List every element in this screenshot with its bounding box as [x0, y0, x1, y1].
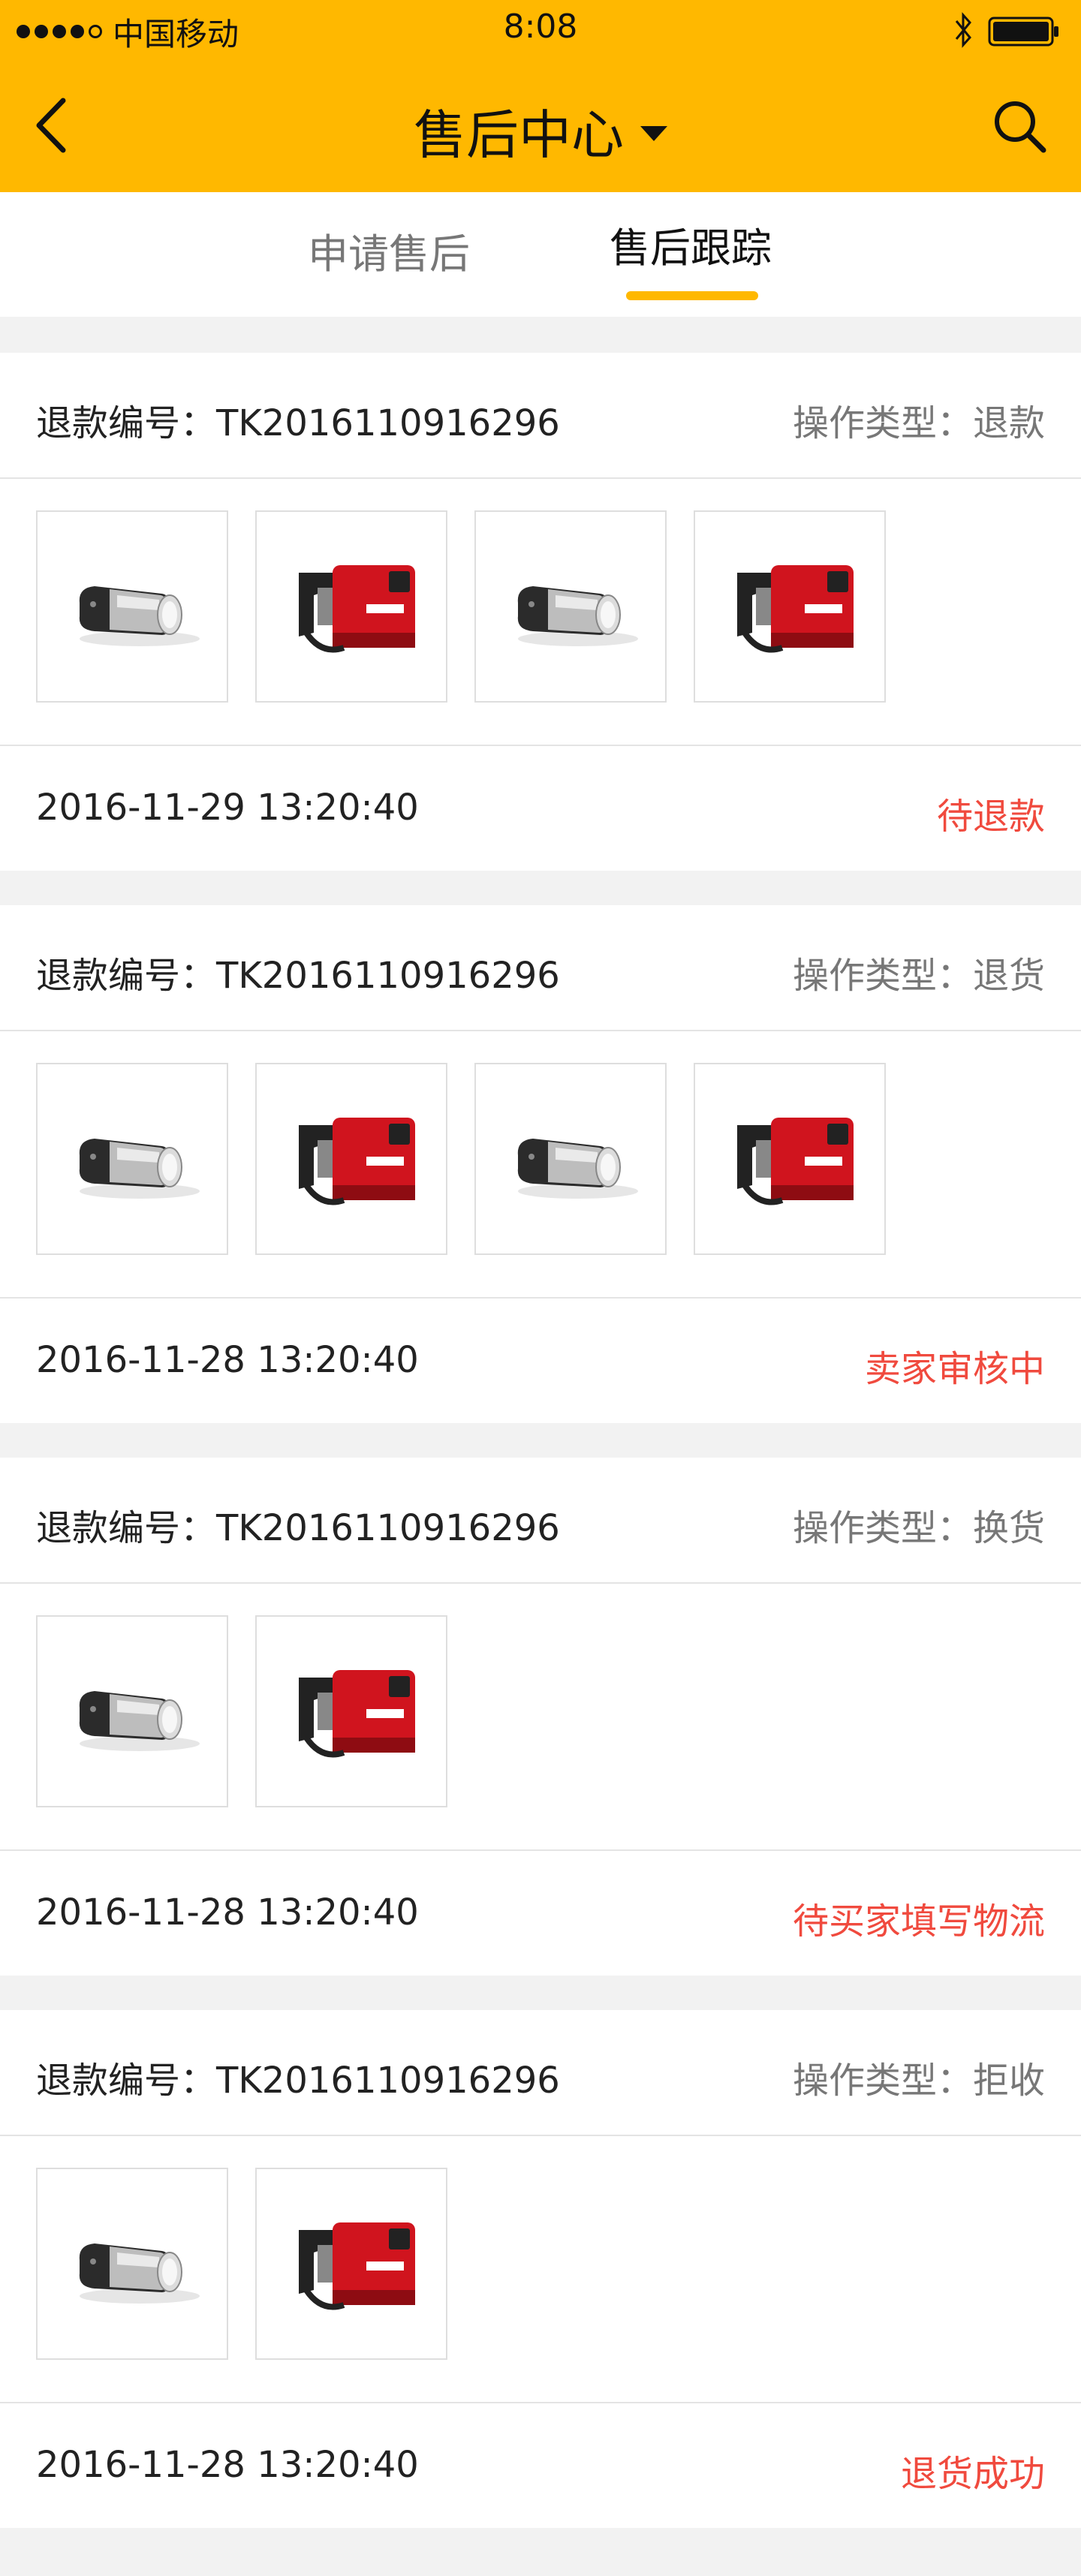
tab-bar: 申请售后 售后跟踪: [0, 192, 1081, 317]
status-bar: 中国移动 8:08: [0, 0, 1081, 63]
header: 中国移动 8:08 售后中心: [0, 0, 1081, 192]
tab-after-sales-tracking[interactable]: 售后跟踪: [610, 215, 772, 274]
product-thumbnails: [36, 1063, 886, 1255]
red-tool-image: [737, 565, 854, 653]
flashlight-image: [517, 586, 638, 646]
order-header: 退款编号：TK2016110916296 操作类型：拒收: [0, 2010, 1081, 2136]
flashlight-image: [517, 1139, 638, 1199]
product-thumbnails: [36, 1615, 447, 1807]
order-footer: 2016-11-29 13:20:40 待退款: [0, 745, 1081, 871]
order-card[interactable]: 退款编号：TK2016110916296 操作类型：换货 2016-11-28 …: [0, 1458, 1081, 1976]
operation-type: 操作类型：退款: [792, 402, 1045, 444]
operation-type: 操作类型：退货: [792, 955, 1045, 997]
product-thumbnail[interactable]: [36, 1615, 228, 1807]
product-thumbnail[interactable]: [694, 510, 886, 703]
order-footer: 2016-11-28 13:20:40 卖家审核中: [0, 1297, 1081, 1423]
order-footer: 2016-11-28 13:20:40 退货成功: [0, 2402, 1081, 2528]
order-date: 2016-11-28 13:20:40: [36, 1339, 419, 1381]
order-status: 待退款: [936, 796, 1045, 838]
flashlight-image: [79, 1691, 200, 1751]
bluetooth-icon: [955, 12, 971, 48]
product-thumbnail[interactable]: [36, 510, 228, 703]
search-icon[interactable]: [991, 98, 1048, 155]
order-status: 待买家填写物流: [792, 1900, 1045, 1943]
order-card[interactable]: 退款编号：TK2016110916296 操作类型：退款 2016-11-29 …: [0, 353, 1081, 871]
product-thumbnails: [36, 2168, 447, 2360]
order-status: 卖家审核中: [864, 1348, 1045, 1390]
operation-type: 操作类型：拒收: [792, 2060, 1045, 2102]
flashlight-image: [79, 1139, 200, 1199]
refund-number: 退款编号：TK2016110916296: [36, 402, 560, 444]
refund-number: 退款编号：TK2016110916296: [36, 1507, 560, 1549]
order-card[interactable]: 退款编号：TK2016110916296 操作类型：拒收 2016-11-28 …: [0, 2010, 1081, 2528]
order-footer: 2016-11-28 13:20:40 待买家填写物流: [0, 1849, 1081, 1976]
order-header: 退款编号：TK2016110916296 操作类型：退货: [0, 905, 1081, 1031]
order-date: 2016-11-29 13:20:40: [36, 787, 419, 829]
product-thumbnail[interactable]: [36, 2168, 228, 2360]
product-thumbnail[interactable]: [255, 510, 447, 703]
product-thumbnail[interactable]: [474, 1063, 667, 1255]
product-thumbnail[interactable]: [255, 1063, 447, 1255]
flashlight-image: [79, 2243, 200, 2304]
red-tool-image: [737, 1118, 854, 1205]
product-thumbnails: [36, 510, 886, 703]
operation-type: 操作类型：换货: [792, 1507, 1045, 1549]
page-title: 售后中心: [414, 104, 624, 166]
red-tool-image: [299, 565, 415, 653]
chevron-down-icon: [640, 125, 667, 141]
nav-bar: 售后中心: [0, 75, 1081, 180]
product-thumbnail[interactable]: [255, 1615, 447, 1807]
title-dropdown[interactable]: 售后中心: [0, 93, 1081, 169]
tab-apply-after-sales[interactable]: 申请售后: [308, 221, 470, 280]
order-date: 2016-11-28 13:20:40: [36, 2444, 419, 2486]
red-tool-image: [299, 2222, 415, 2310]
order-header: 退款编号：TK2016110916296 操作类型：退款: [0, 353, 1081, 479]
refund-number: 退款编号：TK2016110916296: [36, 955, 560, 997]
product-thumbnail[interactable]: [694, 1063, 886, 1255]
order-status: 退货成功: [900, 2453, 1045, 2495]
order-header: 退款编号：TK2016110916296 操作类型：换货: [0, 1458, 1081, 1584]
product-thumbnail[interactable]: [474, 510, 667, 703]
product-thumbnail[interactable]: [255, 2168, 447, 2360]
active-tab-indicator: [626, 291, 758, 300]
order-date: 2016-11-28 13:20:40: [36, 1891, 419, 1934]
red-tool-image: [299, 1670, 415, 1758]
battery-icon: [988, 17, 1058, 47]
flashlight-image: [79, 586, 200, 646]
red-tool-image: [299, 1118, 415, 1205]
order-card[interactable]: 退款编号：TK2016110916296 操作类型：退货 2016-11-28 …: [0, 905, 1081, 1423]
product-thumbnail[interactable]: [36, 1063, 228, 1255]
refund-number: 退款编号：TK2016110916296: [36, 2060, 560, 2102]
status-time: 8:08: [503, 8, 578, 46]
